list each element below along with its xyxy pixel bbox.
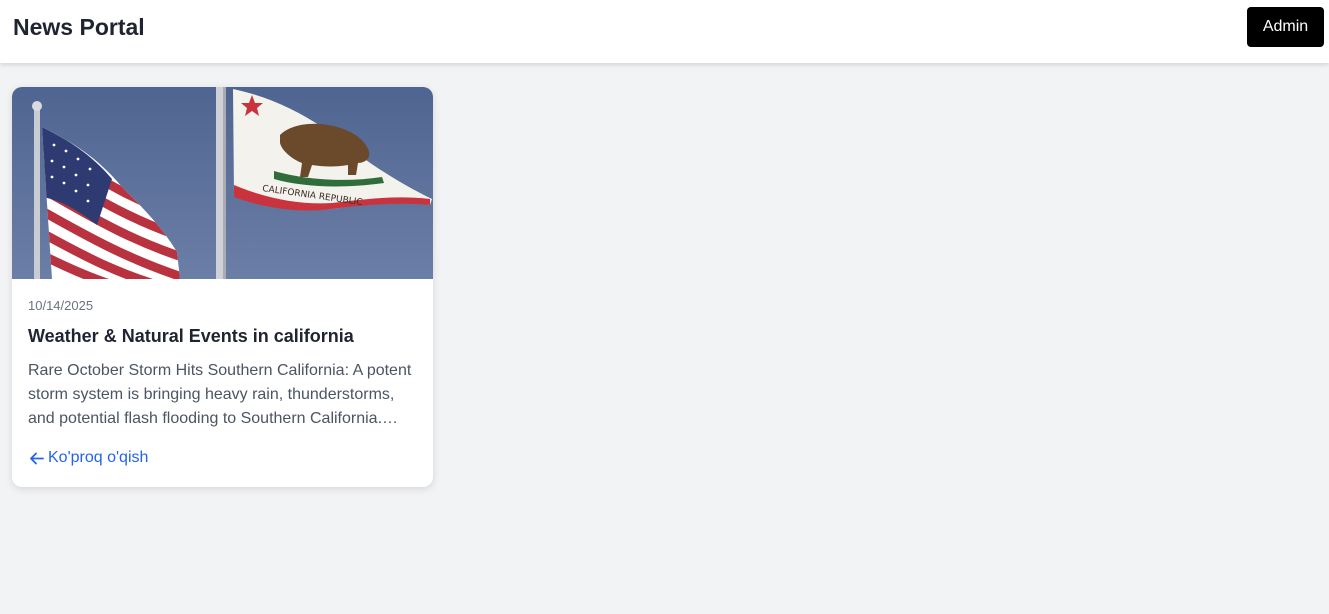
admin-button[interactable]: Admin xyxy=(1247,7,1324,47)
article-excerpt: Rare October Storm Hits Southern Califor… xyxy=(28,362,412,427)
site-title[interactable]: News Portal xyxy=(13,13,145,41)
top-navbar: News Portal Admin xyxy=(0,0,1329,63)
read-more-link[interactable]: Ko'proq o'qish xyxy=(28,449,148,467)
article-date: 10/14/2025 xyxy=(28,298,94,313)
article-image[interactable]: CALIFORNIA REPUBLIC xyxy=(12,87,433,279)
article-title[interactable]: Weather & Natural Events in california xyxy=(28,326,354,347)
read-more-label: Ko'proq o'qish xyxy=(48,449,149,466)
article-card[interactable]: CALIFORNIA REPUBLIC 10/14/2025 Weather &… xyxy=(12,87,433,487)
arrow-left-icon xyxy=(30,452,44,464)
